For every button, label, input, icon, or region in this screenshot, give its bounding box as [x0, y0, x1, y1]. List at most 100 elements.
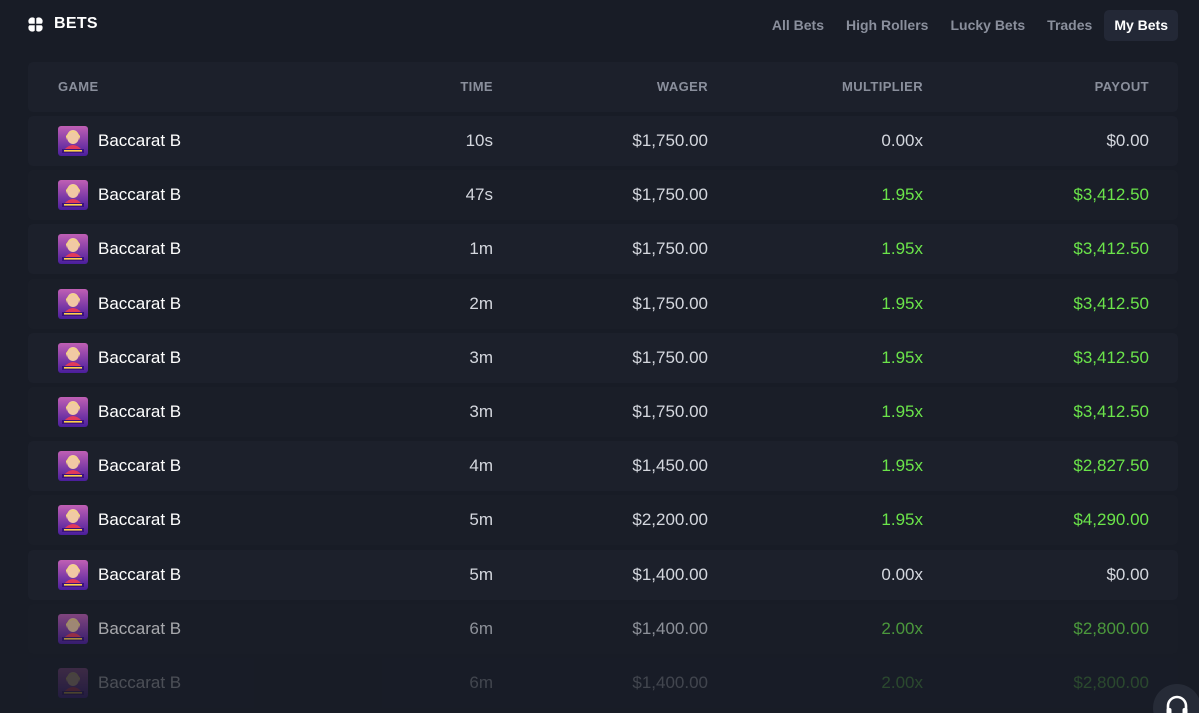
table-row[interactable]: Baccarat B 5m $1,400.00 0.00x $0.00	[28, 549, 1178, 600]
baccarat-thumbnail-icon	[58, 613, 88, 644]
table-row[interactable]: Baccarat B 3m $1,750.00 1.95x $3,412.50	[28, 386, 1178, 437]
table-row[interactable]: Baccarat B 2m $1,750.00 1.95x $3,412.50	[28, 278, 1178, 329]
tab-all-bets[interactable]: All Bets	[762, 10, 834, 41]
baccarat-thumbnail-icon	[58, 667, 88, 698]
payout-cell: $2,827.50	[1073, 456, 1149, 476]
baccarat-thumbnail-icon	[58, 559, 88, 590]
multiplier-cell: 0.00x	[881, 131, 923, 150]
game-cell: Baccarat B	[58, 333, 181, 383]
wager-cell: $1,750.00	[632, 131, 708, 150]
game-cell: Baccarat B	[58, 279, 181, 329]
table-row[interactable]: Baccarat B 6m $1,400.00 2.00x $2,800.00	[28, 603, 1178, 654]
multiplier-cell: 2.00x	[881, 618, 923, 638]
game-name: Baccarat B	[98, 510, 182, 530]
wager-cell: $1,400.00	[632, 672, 708, 692]
headset-icon	[1166, 695, 1188, 713]
column-header-game: GAME	[58, 79, 99, 94]
game-name: Baccarat B	[98, 239, 182, 259]
baccarat-thumbnail-icon	[58, 288, 88, 319]
game-name: Baccarat B	[98, 618, 182, 638]
payout-cell: $3,412.50	[1073, 185, 1149, 205]
table-row[interactable]: Baccarat B 4m $1,450.00 1.95x $2,827.50	[28, 441, 1178, 492]
payout-cell: $2,800.00	[1073, 672, 1149, 692]
game-name: Baccarat B	[98, 456, 182, 476]
payout-cell: $2,800.00	[1073, 618, 1149, 638]
tab-lucky-bets[interactable]: Lucky Bets	[940, 10, 1035, 41]
game-cell: Baccarat B	[58, 658, 181, 708]
wager-cell: $1,450.00	[632, 456, 708, 476]
wager-cell: $1,400.00	[632, 564, 708, 584]
baccarat-thumbnail-icon	[58, 126, 88, 156]
table-row[interactable]: Baccarat B 10s $1,750.00 0.00x $0.00	[28, 116, 1178, 166]
time-cell: 47s	[465, 185, 493, 205]
time-cell: 1m	[469, 239, 493, 259]
tab-my-bets[interactable]: My Bets	[1104, 10, 1178, 41]
game-cell: Baccarat B	[58, 116, 181, 166]
wager-cell: $1,750.00	[632, 401, 708, 421]
table-row[interactable]: Baccarat B 3m $1,750.00 1.95x $3,412.50	[28, 332, 1178, 383]
bets-tabs: All Bets High Rollers Lucky Bets Trades …	[762, 10, 1178, 41]
column-header-time: TIME	[460, 79, 493, 94]
column-header-wager: WAGER	[656, 79, 708, 94]
table-row[interactable]: Baccarat B 5m $2,200.00 1.95x $4,290.00	[28, 495, 1178, 546]
game-cell: Baccarat B	[58, 441, 181, 491]
tab-high-rollers[interactable]: High Rollers	[836, 10, 938, 41]
column-header-payout: PAYOUT	[1094, 79, 1149, 94]
payout-cell: $0.00	[1106, 564, 1149, 584]
multiplier-cell: 1.95x	[881, 293, 923, 313]
game-cell: Baccarat B	[58, 387, 181, 437]
table-body: Baccarat B 10s $1,750.00 0.00x $0.00 Baccarat…	[28, 116, 1178, 708]
baccarat-thumbnail-icon	[58, 505, 88, 536]
game-name: Baccarat B	[98, 131, 182, 150]
bets-page: BETS All Bets High Rollers Lucky Bets Tr…	[0, 0, 1199, 713]
bets-table: GAME TIME WAGER MULTIPLIER PAYOUT Baccar…	[28, 62, 1178, 713]
wager-cell: $1,750.00	[632, 293, 708, 313]
time-cell: 10s	[465, 131, 493, 150]
time-cell: 5m	[469, 564, 493, 584]
game-cell: Baccarat B	[58, 224, 181, 274]
game-name: Baccarat B	[98, 185, 182, 205]
game-name: Baccarat B	[98, 401, 182, 421]
multiplier-cell: 1.95x	[881, 401, 923, 421]
table-row[interactable]: Baccarat B 6m $1,400.00 2.00x $2,800.00	[28, 657, 1178, 708]
payout-cell: $3,412.50	[1073, 293, 1149, 313]
table-row[interactable]: Baccarat B 1m $1,750.00 1.95x $3,412.50	[28, 224, 1178, 275]
game-name: Baccarat B	[98, 564, 182, 584]
time-cell: 6m	[469, 618, 493, 638]
baccarat-thumbnail-icon	[58, 180, 88, 211]
time-cell: 2m	[469, 293, 493, 313]
payout-cell: $3,412.50	[1073, 239, 1149, 259]
payout-cell: $3,412.50	[1073, 347, 1149, 367]
bets-brand: BETS	[27, 15, 98, 33]
column-header-multiplier: MULTIPLIER	[841, 79, 923, 94]
wager-cell: $2,200.00	[632, 510, 708, 530]
tab-trades[interactable]: Trades	[1037, 10, 1102, 41]
baccarat-thumbnail-icon	[58, 234, 88, 265]
game-name: Baccarat B	[98, 293, 182, 313]
multiplier-cell: 1.95x	[881, 239, 923, 259]
multiplier-cell: 0.00x	[881, 564, 923, 584]
time-cell: 6m	[469, 672, 493, 692]
multiplier-cell: 2.00x	[881, 672, 923, 692]
bets-header: BETS All Bets High Rollers Lucky Bets Tr…	[0, 0, 1199, 52]
game-name: Baccarat B	[98, 347, 182, 367]
table-header-row: GAME TIME WAGER MULTIPLIER PAYOUT	[28, 62, 1178, 112]
time-cell: 3m	[469, 347, 493, 367]
game-cell: Baccarat B	[58, 170, 181, 220]
wager-cell: $1,400.00	[632, 618, 708, 638]
multiplier-cell: 1.95x	[881, 347, 923, 367]
clover-icon	[28, 16, 43, 32]
game-cell: Baccarat B	[58, 550, 181, 600]
game-cell: Baccarat B	[58, 604, 181, 654]
time-cell: 5m	[469, 510, 493, 530]
game-cell: Baccarat B	[58, 495, 181, 545]
baccarat-thumbnail-icon	[58, 451, 88, 482]
multiplier-cell: 1.95x	[881, 456, 923, 476]
payout-cell: $3,412.50	[1073, 401, 1149, 421]
time-cell: 3m	[469, 401, 493, 421]
wager-cell: $1,750.00	[632, 347, 708, 367]
baccarat-thumbnail-icon	[58, 396, 88, 427]
table-row[interactable]: Baccarat B 47s $1,750.00 1.95x $3,412.50	[28, 170, 1178, 221]
game-name: Baccarat B	[98, 672, 182, 692]
multiplier-cell: 1.95x	[881, 185, 923, 205]
